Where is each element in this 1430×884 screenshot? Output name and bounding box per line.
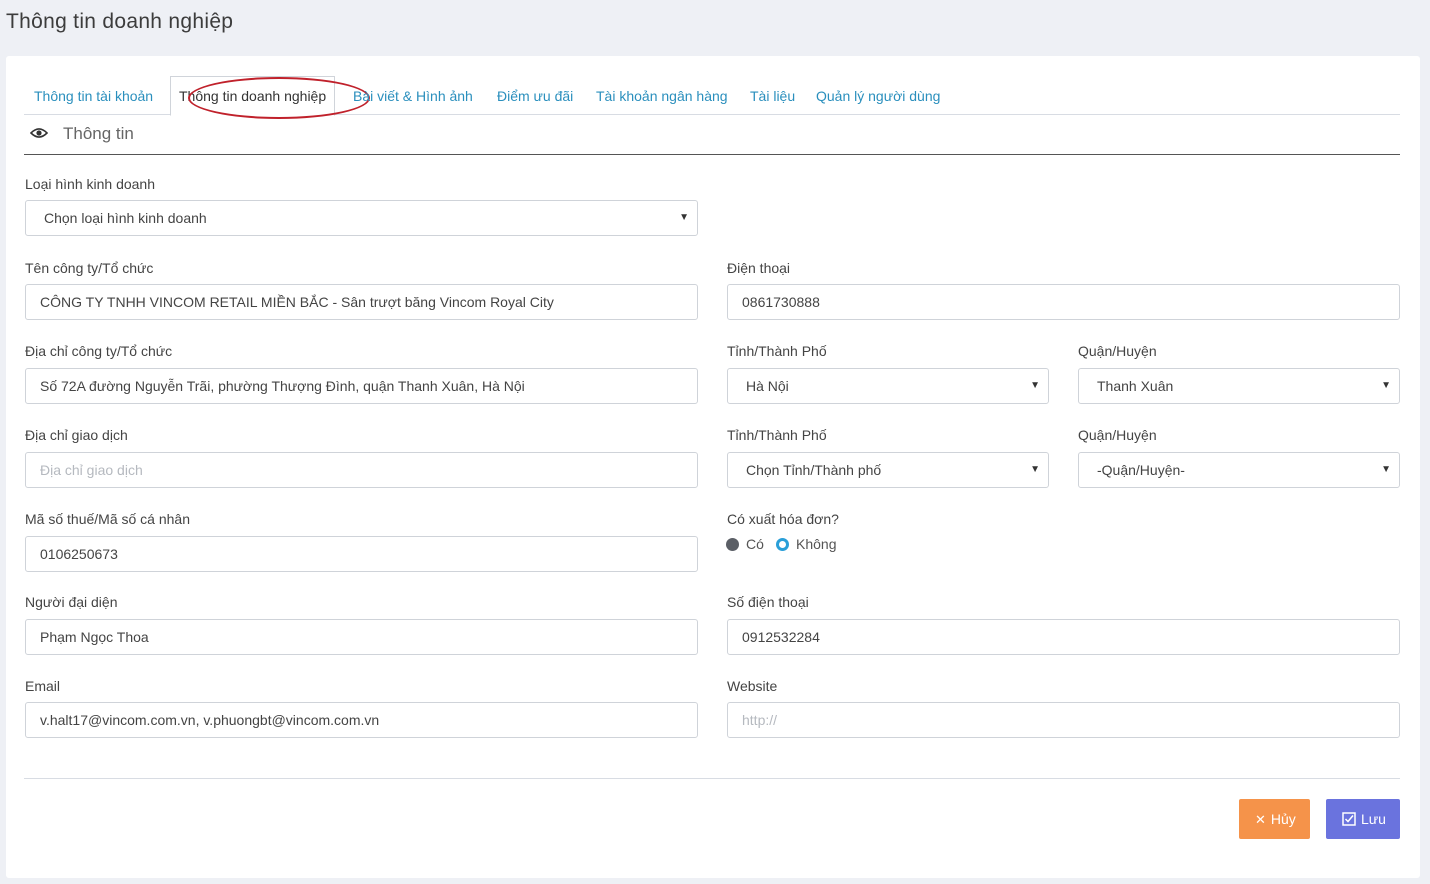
email-input[interactable]: v.halt17@vincom.com.vn, v.phuongbt@vinco…: [25, 702, 698, 738]
caret-down-icon: ▼: [1030, 464, 1040, 475]
check-square-icon: [1342, 800, 1356, 840]
business-type-label: Loại hình kinh doanh: [25, 176, 155, 192]
caret-down-icon: ▼: [1381, 380, 1391, 391]
tab-user-management[interactable]: Quản lý người dùng: [816, 78, 940, 114]
province-2-value: Chọn Tỉnh/Thành phố: [746, 462, 882, 478]
tax-code-input[interactable]: 0106250673: [25, 536, 698, 572]
company-name-input[interactable]: CÔNG TY TNHH VINCOM RETAIL MIỀN BẮC - Sâ…: [25, 284, 698, 320]
phone-label: Điện thoại: [727, 260, 791, 276]
transaction-address-input[interactable]: Địa chỉ giao dịch: [25, 452, 698, 488]
invoice-radio-no[interactable]: [776, 538, 789, 551]
district-1-label: Quận/Huyện: [1078, 343, 1157, 359]
mobile-input[interactable]: 0912532284: [727, 619, 1400, 655]
representative-input[interactable]: Phạm Ngọc Thoa: [25, 619, 698, 655]
phone-input[interactable]: 0861730888: [727, 284, 1400, 320]
transaction-address-label: Địa chỉ giao dịch: [25, 427, 128, 443]
province-2-label: Tỉnh/Thành Phố: [727, 427, 827, 443]
save-button-label: Lưu: [1361, 811, 1386, 827]
province-1-value: Hà Nội: [746, 378, 789, 394]
province-1-label: Tỉnh/Thành Phố: [727, 343, 827, 359]
district-2-label: Quận/Huyện: [1078, 427, 1157, 443]
email-label: Email: [25, 678, 61, 694]
tab-bar: Thông tin tài khoản Thông tin doanh nghi…: [24, 74, 1400, 119]
cancel-button[interactable]: ✕ Hủy: [1239, 799, 1310, 839]
cancel-button-label: Hủy: [1270, 811, 1296, 827]
main-card: Thông tin tài khoản Thông tin doanh nghi…: [6, 56, 1420, 878]
caret-down-icon: ▼: [1381, 464, 1391, 475]
tab-bank-account[interactable]: Tài khoản ngân hàng: [596, 78, 728, 114]
province-2-select[interactable]: Chọn Tỉnh/Thành phố ▼: [727, 452, 1049, 488]
save-button[interactable]: Lưu: [1326, 799, 1400, 839]
invoice-radio-yes[interactable]: [726, 538, 739, 551]
page-title: Thông tin doanh nghiệp: [6, 10, 234, 33]
tab-reward-points[interactable]: Điểm ưu đãi: [497, 78, 573, 114]
tab-account-info[interactable]: Thông tin tài khoản: [34, 78, 153, 114]
tab-posts-images[interactable]: Bài viết & Hình ảnh: [353, 78, 473, 114]
tax-code-label: Mã số thuế/Mã số cá nhân: [25, 511, 190, 527]
district-1-value: Thanh Xuân: [1097, 378, 1174, 394]
caret-down-icon: ▼: [1030, 380, 1040, 391]
invoice-label: Có xuất hóa đơn?: [727, 511, 839, 527]
district-1-select[interactable]: Thanh Xuân ▼: [1078, 368, 1400, 404]
company-name-label: Tên công ty/Tổ chức: [25, 260, 154, 276]
tab-business-info[interactable]: Thông tin doanh nghiệp: [170, 76, 336, 116]
section-title: Thông tin: [63, 124, 134, 143]
company-address-input[interactable]: Số 72A đường Nguyễn Trãi, phường Thượng …: [25, 368, 698, 404]
company-address-label: Địa chỉ công ty/Tổ chức: [25, 343, 173, 359]
business-type-value: Chọn loại hình kinh doanh: [44, 210, 207, 226]
district-2-value: -Quận/Huyện-: [1097, 462, 1185, 478]
section-header: Thông tin: [24, 116, 1400, 155]
invoice-no-label[interactable]: Không: [796, 536, 836, 552]
mobile-label: Số điện thoại: [727, 594, 809, 610]
tab-documents[interactable]: Tài liệu: [750, 78, 795, 114]
website-label: Website: [727, 678, 778, 694]
district-2-select[interactable]: -Quận/Huyện- ▼: [1078, 452, 1400, 488]
eye-icon: [29, 126, 49, 144]
business-type-select[interactable]: Chọn loại hình kinh doanh ▼: [25, 200, 698, 236]
representative-label: Người đại diện: [25, 594, 118, 610]
caret-down-icon: ▼: [679, 212, 689, 223]
footer-divider: [24, 778, 1400, 779]
invoice-yes-label[interactable]: Có: [746, 536, 764, 552]
website-input[interactable]: http://: [727, 702, 1400, 738]
close-icon: ✕: [1255, 812, 1266, 827]
province-1-select[interactable]: Hà Nội ▼: [727, 368, 1049, 404]
